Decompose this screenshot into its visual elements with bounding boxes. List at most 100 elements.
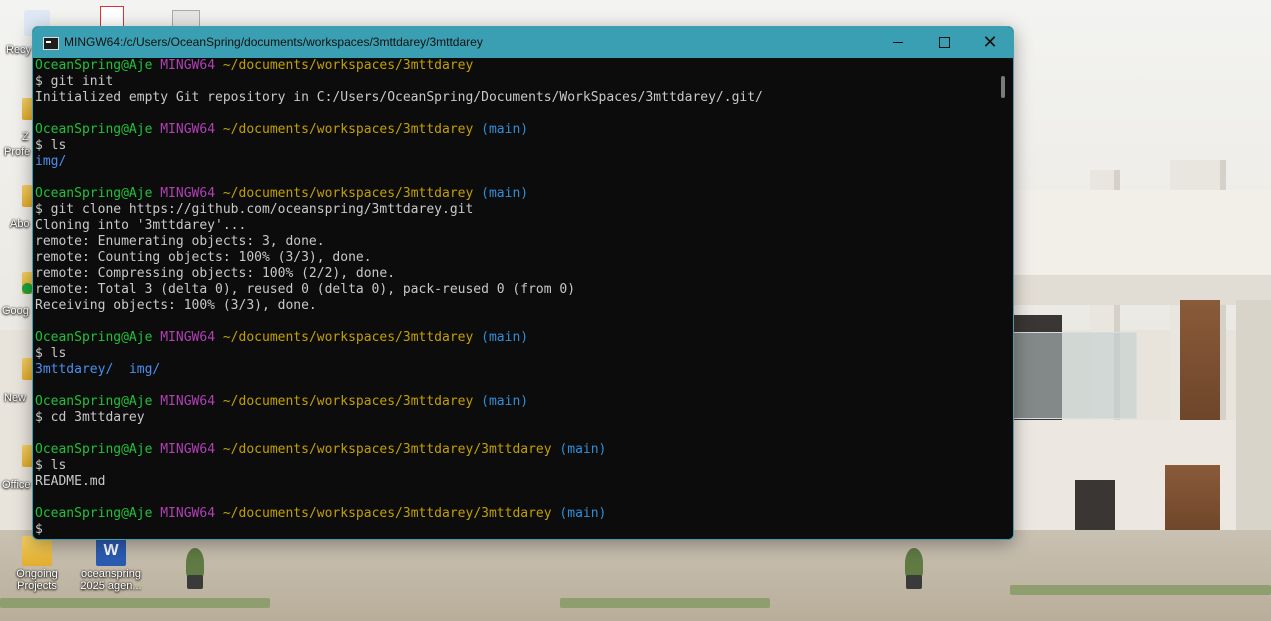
prompt-path: ~/documents/workspaces/3mttdarey bbox=[222, 186, 474, 201]
prompt-path: ~/documents/workspaces/3mttdarey/3mttdar… bbox=[222, 442, 552, 457]
prompt-path: ~/documents/workspaces/3mttdarey bbox=[222, 58, 474, 73]
prompt-branch: (main) bbox=[481, 122, 529, 137]
prompt-host: MINGW64 bbox=[160, 394, 216, 409]
command-line: $ git clone https://github.com/oceanspri… bbox=[35, 202, 994, 218]
output-line: README.md bbox=[35, 474, 994, 490]
prompt-path: ~/documents/workspaces/3mttdarey bbox=[222, 330, 474, 345]
maximize-icon bbox=[938, 36, 950, 48]
directory-entry: img/ bbox=[35, 154, 67, 169]
prompt-user: OceanSpring@Aje bbox=[35, 330, 153, 345]
desktop-label-profe: Profe bbox=[4, 146, 31, 158]
prompt-host: MINGW64 bbox=[160, 58, 216, 73]
prompt-path: ~/documents/workspaces/3mttdarey/3mttdar… bbox=[222, 506, 552, 521]
output-text: README.md bbox=[35, 474, 106, 489]
command-text: $ bbox=[35, 522, 51, 537]
desktop-label-abo: Abo bbox=[10, 218, 30, 230]
output-text: remote: Counting objects: 100% (3/3), do… bbox=[35, 250, 372, 265]
prompt-line: OceanSpring@Aje MINGW64 ~/documents/work… bbox=[35, 122, 994, 138]
desktop-icon-ongoing-projects[interactable]: Ongoing Projects bbox=[2, 536, 72, 592]
prompt-branch: (main) bbox=[559, 442, 607, 457]
prompt-user: OceanSpring@Aje bbox=[35, 442, 153, 457]
output-text: remote: Compressing objects: 100% (2/2),… bbox=[35, 266, 396, 281]
prompt-line: OceanSpring@Aje MINGW64 ~/documents/work… bbox=[35, 394, 994, 410]
terminal-output[interactable]: OceanSpring@Aje MINGW64 ~/documents/work… bbox=[33, 58, 994, 539]
desktop-label-office: Office bbox=[2, 479, 31, 491]
window-title: MINGW64:/c/Users/OceanSpring/documents/w… bbox=[64, 35, 483, 49]
command-text: $ ls bbox=[35, 458, 67, 473]
terminal-app-icon bbox=[43, 37, 59, 50]
minimize-icon bbox=[893, 41, 903, 43]
desktop-icon-label: 2025 agen... bbox=[80, 580, 142, 592]
wallpaper-wood-panel bbox=[1180, 300, 1220, 430]
wallpaper-glass-railing bbox=[1010, 332, 1137, 419]
prompt-user: OceanSpring@Aje bbox=[35, 58, 153, 73]
command-text: $ git init bbox=[35, 74, 114, 89]
command-line: $ ls bbox=[35, 458, 994, 474]
command-text: $ cd 3mttdarey bbox=[35, 410, 145, 425]
wallpaper-roof-band bbox=[1010, 275, 1271, 305]
desktop-label-goog: Goog bbox=[2, 305, 29, 317]
wallpaper-pot bbox=[187, 575, 203, 589]
command-line: $ ls bbox=[35, 138, 994, 154]
prompt-path: ~/documents/workspaces/3mttdarey bbox=[222, 394, 474, 409]
wallpaper-lawn bbox=[560, 598, 770, 608]
prompt-host: MINGW64 bbox=[160, 330, 216, 345]
prompt-branch: (main) bbox=[481, 330, 529, 345]
command-text: $ git clone https://github.com/oceanspri… bbox=[35, 202, 474, 217]
output-text: Cloning into '3mttdarey'... bbox=[35, 218, 247, 233]
command-line: $ cd 3mttdarey bbox=[35, 410, 994, 426]
directory-entry: 3mttdarey/ bbox=[35, 362, 114, 377]
prompt-user: OceanSpring@Aje bbox=[35, 394, 153, 409]
wallpaper-pot bbox=[906, 575, 922, 589]
prompt-user: OceanSpring@Aje bbox=[35, 186, 153, 201]
prompt-branch: (main) bbox=[481, 394, 529, 409]
vertical-scrollbar[interactable] bbox=[994, 58, 1013, 539]
directory-entry: img/ bbox=[128, 362, 161, 377]
prompt-host: MINGW64 bbox=[160, 506, 216, 521]
wallpaper-lower-wall bbox=[1010, 420, 1271, 530]
desktop-icon-oceanspring-agenda[interactable]: W oceanspring 2025 agen... bbox=[76, 536, 146, 592]
prompt-user: OceanSpring@Aje bbox=[35, 122, 153, 137]
prompt-path: ~/documents/workspaces/3mttdarey bbox=[222, 122, 474, 137]
wallpaper-lawn bbox=[1010, 585, 1271, 595]
scrollbar-thumb[interactable] bbox=[1001, 76, 1005, 98]
command-line: $ git init bbox=[35, 74, 994, 90]
output-line: remote: Total 3 (delta 0), reused 0 (del… bbox=[35, 282, 994, 298]
title-bar[interactable]: MINGW64:/c/Users/OceanSpring/documents/w… bbox=[33, 27, 1013, 58]
prompt-host: MINGW64 bbox=[160, 442, 216, 457]
prompt-line: OceanSpring@Aje MINGW64 ~/documents/work… bbox=[35, 442, 994, 458]
desktop-label-new: New bbox=[4, 392, 27, 404]
maximize-button[interactable] bbox=[921, 27, 967, 58]
output-text: remote: Enumerating objects: 3, done. bbox=[35, 234, 325, 249]
desktop-icon-label: oceanspring bbox=[81, 568, 141, 580]
close-button[interactable]: ✕ bbox=[967, 27, 1013, 58]
prompt-host: MINGW64 bbox=[160, 122, 216, 137]
desktop-label-z: Z bbox=[22, 131, 29, 143]
prompt-branch: (main) bbox=[559, 506, 607, 521]
wallpaper-lawn bbox=[0, 598, 270, 608]
wallpaper-upper-wall bbox=[1010, 190, 1271, 280]
output-line: Receiving objects: 100% (3/3), done. bbox=[35, 298, 994, 314]
mingw64-terminal-window[interactable]: MINGW64:/c/Users/OceanSpring/documents/w… bbox=[32, 26, 1014, 540]
command-text: $ ls bbox=[35, 138, 67, 153]
wallpaper-plant bbox=[905, 548, 923, 578]
command-line: $ bbox=[35, 522, 994, 538]
wallpaper-plant bbox=[186, 548, 204, 578]
folder-icon bbox=[22, 536, 52, 566]
output-line: remote: Counting objects: 100% (3/3), do… bbox=[35, 250, 994, 266]
command-text: $ ls bbox=[35, 346, 67, 361]
prompt-branch: (main) bbox=[481, 186, 529, 201]
prompt-line: OceanSpring@Aje MINGW64 ~/documents/work… bbox=[35, 506, 994, 522]
output-line: remote: Compressing objects: 100% (2/2),… bbox=[35, 266, 994, 282]
prompt-line: OceanSpring@Aje MINGW64 ~/documents/work… bbox=[35, 186, 994, 202]
minimize-button[interactable] bbox=[875, 27, 921, 58]
wallpaper-side-wall bbox=[1236, 300, 1271, 540]
output-text: remote: Total 3 (delta 0), reused 0 (del… bbox=[35, 282, 576, 297]
ls-output-line: img/ bbox=[35, 154, 994, 170]
